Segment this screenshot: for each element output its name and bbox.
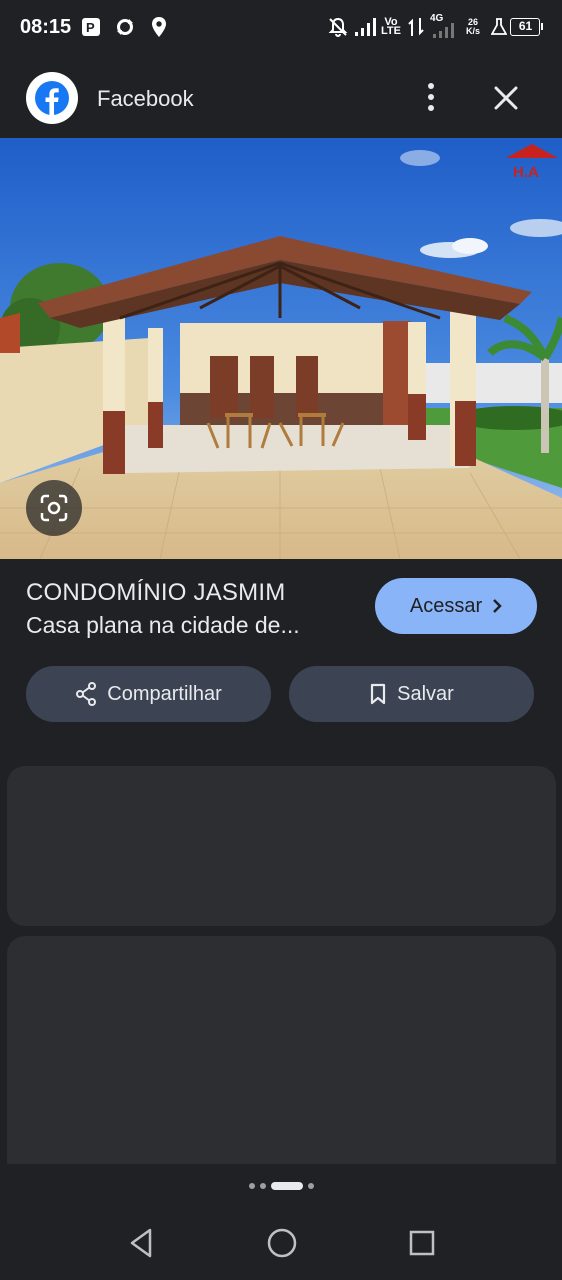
battery-icon: 61 — [510, 18, 543, 36]
recents-square-icon — [409, 1230, 435, 1256]
app-header: Facebook — [0, 56, 562, 138]
app-title: Facebook — [97, 86, 194, 111]
recents-button[interactable] — [404, 1225, 440, 1261]
sync-icon — [114, 16, 136, 38]
share-button[interactable]: Compartilhar — [26, 666, 271, 722]
related-result-card[interactable] — [7, 936, 556, 1196]
related-result-card[interactable] — [7, 766, 556, 926]
lens-search-button[interactable] — [26, 480, 82, 536]
back-button[interactable] — [124, 1225, 158, 1261]
more-options-button[interactable] — [414, 80, 448, 114]
chevron-right-icon — [493, 599, 502, 613]
save-button[interactable]: Salvar — [289, 666, 534, 722]
facebook-logo-icon — [26, 72, 78, 124]
share-button-label: Compartilhar — [107, 682, 222, 705]
page-dot — [259, 1183, 266, 1189]
lab-flask-icon — [489, 16, 509, 38]
result-description: Casa plana na cidade de... — [26, 612, 300, 638]
page-indicator — [0, 1180, 562, 1192]
page-dot-active — [270, 1182, 303, 1190]
status-bar: 08:15 P Vo LTE 4G 26 K/s 61 — [0, 0, 562, 56]
notifications-off-icon — [327, 16, 349, 38]
home-circle-icon — [267, 1228, 297, 1258]
volte-indicator: Vo LTE — [380, 16, 402, 38]
clock: 08:15 — [20, 16, 72, 38]
save-button-label: Salvar — [397, 682, 454, 705]
speed-unit: K/s — [465, 26, 480, 36]
signal-4g-icon: 4G — [428, 14, 456, 38]
more-vert-icon — [428, 83, 434, 111]
gazebo-photo: H.A — [0, 138, 562, 559]
page-dot — [307, 1183, 314, 1189]
home-button[interactable] — [264, 1225, 300, 1261]
watermark-logo: H.A — [513, 164, 539, 181]
visit-button[interactable]: Acessar — [375, 578, 537, 634]
data-transfer-icon — [407, 16, 425, 38]
share-icon — [76, 682, 97, 706]
result-image[interactable]: H.A — [0, 138, 562, 559]
system-nav-bar — [0, 1205, 562, 1280]
battery-level: 61 — [518, 19, 533, 33]
location-icon — [149, 16, 169, 38]
google-lens-icon — [40, 494, 68, 522]
bookmark-icon — [371, 683, 386, 705]
network-speed: 26 K/s — [462, 16, 484, 38]
result-title: CONDOMÍNIO JASMIM — [26, 579, 286, 606]
page-dot — [248, 1183, 255, 1189]
close-icon — [494, 86, 518, 110]
svg-text:P: P — [86, 20, 95, 35]
back-triangle-icon — [130, 1228, 152, 1258]
visit-button-label: Acessar — [409, 594, 483, 617]
signal-icon — [353, 16, 377, 38]
parking-notification-icon: P — [80, 16, 102, 38]
volte-bottom: LTE — [381, 25, 401, 37]
close-button[interactable] — [488, 80, 524, 116]
